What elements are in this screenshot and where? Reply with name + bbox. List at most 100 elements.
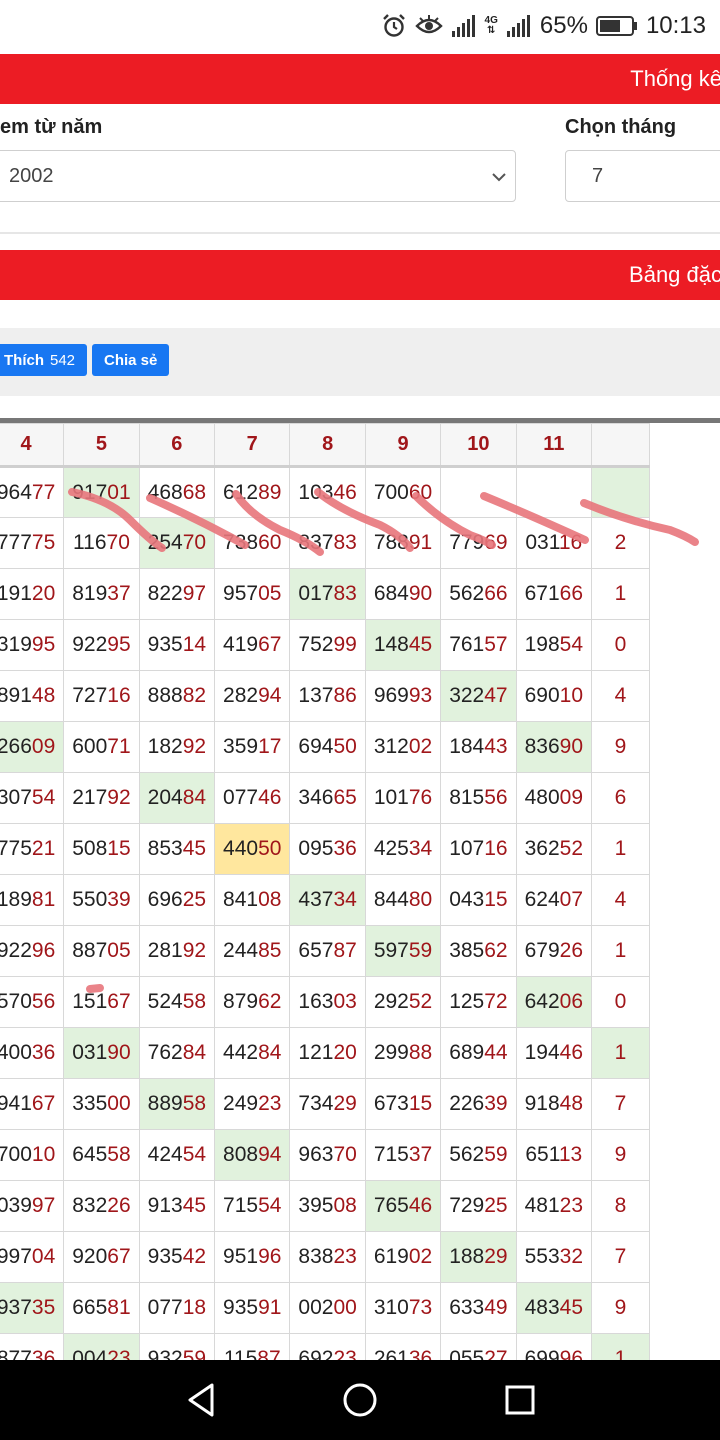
number-tail: 25 (182, 888, 207, 911)
number-tail: 04 (31, 1245, 56, 1268)
cell-value: 2 (614, 531, 627, 554)
number-head: 941 (0, 1092, 32, 1115)
number-tail: 36 (31, 1347, 56, 1360)
social-strip: Thích 542 Chia sẻ (0, 328, 720, 396)
recents-icon[interactable] (500, 1380, 540, 1420)
number-tail: 23 (258, 1092, 282, 1115)
number-head: 836 (524, 735, 560, 758)
like-button[interactable]: Thích 542 (0, 344, 88, 376)
alarm-icon (382, 14, 405, 37)
table-cell: 4 (591, 874, 650, 926)
back-icon[interactable] (182, 1380, 222, 1420)
table-header-row: 4 5 6 7 8 9 10 11 (0, 423, 650, 468)
number-tail: 90 (107, 1041, 131, 1064)
number-tail: 69 (484, 531, 508, 554)
number-head: 600 (72, 735, 108, 758)
results-table-container[interactable]: 4567891011 29647791701468686128910346700… (0, 418, 720, 1360)
number-head: 116 (73, 531, 107, 554)
number-head: 889 (147, 1092, 183, 1115)
battery-percent: 65% (539, 12, 588, 39)
number-tail: 67 (107, 1245, 131, 1268)
number-tail: 39 (484, 1092, 508, 1115)
table-cell: 9 (591, 1282, 650, 1334)
table-cell: 92067 (63, 1231, 140, 1283)
table-cell: 76157 (440, 619, 517, 671)
number-tail: 56 (31, 990, 56, 1013)
number-tail: 82 (182, 684, 207, 707)
table-cell: 65787 (289, 925, 366, 977)
table-cell: 91345 (138, 1180, 216, 1232)
number-tail: 58 (182, 990, 207, 1013)
number-tail: 05 (258, 582, 282, 605)
number-tail: 92 (182, 735, 207, 758)
table-row: 2964779170146868612891034670060 (0, 466, 650, 518)
number-head: 483 (524, 1296, 560, 1319)
table-cell: 93591 (214, 1282, 291, 1334)
number-head: 951 (223, 1245, 259, 1268)
table-cell: 15167 (63, 976, 140, 1028)
cell-value: 0 (614, 990, 627, 1013)
cell-value: 1 (614, 1347, 627, 1360)
number-tail: 90 (408, 582, 433, 605)
number-tail: 90 (559, 735, 583, 758)
table-cell: 07746 (214, 772, 291, 824)
table-cell: 96370 (289, 1129, 366, 1181)
table-cell: 13786 (289, 670, 366, 722)
table-cell: 31202 (364, 721, 442, 773)
number-tail: 70 (333, 1143, 357, 1166)
number-head: 031 (525, 531, 559, 554)
number-head: 964 (0, 480, 32, 504)
number-tail: 56 (484, 786, 508, 809)
number-tail: 86 (333, 684, 357, 707)
table-cell: 61289 (214, 466, 291, 518)
table-cell: 00200 (289, 1282, 366, 1334)
table-cell: 81937 (63, 568, 140, 620)
number-tail: 54 (182, 1143, 207, 1166)
number-head: 400 (0, 1041, 32, 1064)
table-row: 5891487271688882282941378696993322476901… (0, 670, 650, 722)
home-icon[interactable] (340, 1380, 380, 1420)
share-button[interactable]: Chia sẻ (92, 344, 170, 376)
number-head: 935 (147, 633, 183, 656)
number-head: 188 (449, 1245, 485, 1268)
table-cell: 50815 (63, 823, 140, 875)
number-head: 937 (0, 1296, 32, 1319)
signal-icon (506, 15, 530, 37)
number-head: 917 (72, 480, 108, 504)
number-head: 877 (0, 1347, 32, 1360)
number-head: 684 (373, 582, 409, 605)
table-cell: 67315 (364, 1078, 442, 1130)
table-cell: 25470 (138, 517, 216, 569)
share-label: Chia sẻ (104, 351, 158, 369)
number-tail: 60 (258, 531, 282, 554)
number-head: 419 (223, 633, 259, 656)
number-tail: 75 (31, 531, 56, 554)
table-cell: 18292 (138, 721, 216, 773)
table-cell: 93514 (138, 619, 216, 671)
signal-icon (451, 15, 475, 37)
table-cell: 30754 (0, 772, 65, 824)
cell-value: 1 (614, 939, 627, 962)
table-cell: 59759 (364, 925, 442, 977)
number-tail: 52 (408, 990, 433, 1013)
year-label: em từ năm (0, 116, 103, 138)
number-tail: 26 (559, 939, 583, 962)
number-tail: 71 (107, 735, 131, 758)
year-select[interactable]: 2002 (0, 150, 516, 202)
number-head: 043 (449, 888, 485, 911)
number-tail: 92 (107, 786, 131, 809)
number-head: 299 (373, 1041, 409, 1064)
number-head: 832 (72, 1194, 108, 1217)
table-cell: 81556 (440, 772, 517, 824)
table-cell: 99704 (0, 1231, 65, 1283)
number-head: 779 (449, 531, 485, 554)
number-head: 619 (373, 1245, 409, 1268)
number-head: 935 (147, 1245, 183, 1268)
number-tail: 87 (257, 1347, 281, 1360)
table-cell: 69223 (289, 1333, 366, 1360)
page-header: Thống kê (0, 54, 720, 104)
table-cell: 7 (591, 1231, 650, 1283)
month-select[interactable]: 7 (565, 150, 720, 202)
number-head: 879 (223, 990, 259, 1013)
table-cell: 83783 (289, 517, 366, 569)
